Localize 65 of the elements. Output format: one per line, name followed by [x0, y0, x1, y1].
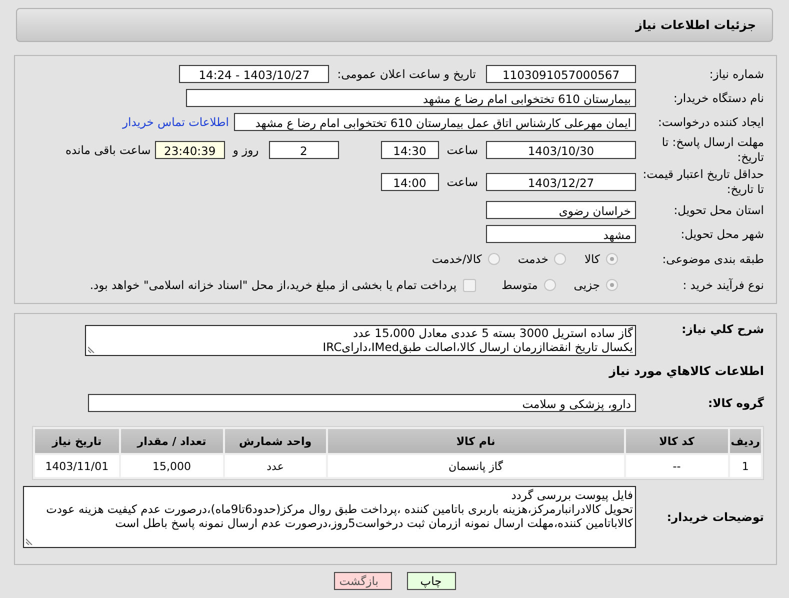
text-field[interactable]: دارو، پزشکی و سلامت: [88, 394, 636, 412]
field-label: ساعت: [446, 175, 478, 189]
field-label: تاریخ و ساعت اعلان عمومی:: [337, 67, 476, 81]
text-field[interactable]: خراسان رضوی: [486, 201, 636, 219]
field-label: ساعت باقی مانده: [66, 143, 151, 157]
notes-text: فایل پیوست بررسی گردد تحویل کالادرانبارمرکز،هزینه باربری باتامین کننده ،پرداخت طبق روال مرکز(حدود6تا9ماه)،درصورت عدم کیفیت هزینه عودت کالاباتامین کننده،مهلت ارسال نمونه ازرمان ثبت درخواست5روز،درصورت عدم ارسال نمونه پاسخ باطل است: [45, 487, 634, 531]
field-label: طبقه بندی موضوعی:: [661, 252, 764, 266]
page-title: جزئیات اطلاعات نیاز: [635, 18, 756, 32]
contact-link[interactable]: اطلاعات تماس خریدار: [122, 115, 229, 129]
text-field[interactable]: 1403/12/27: [486, 173, 636, 191]
table-cell: 15,000: [120, 455, 223, 477]
resize-grip-icon[interactable]: [26, 537, 34, 545]
checkbox[interactable]: [462, 278, 476, 292]
column-header: کد کالا: [626, 429, 728, 453]
column-header: واحد شمارش: [224, 429, 326, 453]
field-label: حداقل تاریخ اعتبار قیمت: تا تاریخ:: [642, 167, 764, 197]
radio-button[interactable]: [488, 253, 500, 265]
radio-button[interactable]: [544, 279, 556, 291]
table-cell: عدد: [224, 455, 326, 477]
field-label: ایجاد کننده درخواست:: [657, 114, 764, 130]
field-label: توضیحات خریدار:: [666, 510, 764, 524]
text-field[interactable]: 14:30: [380, 141, 439, 159]
text-field[interactable]: 14:00: [380, 173, 439, 191]
radio-button[interactable]: [606, 279, 618, 291]
text-field[interactable]: 2: [268, 141, 339, 159]
option-label: کالا: [584, 252, 600, 266]
column-header: تعداد / مقدار: [120, 429, 223, 453]
text-field[interactable]: 23:40:39: [154, 141, 225, 159]
field-label: روز و: [232, 143, 259, 157]
text-field[interactable]: 1403/10/27 - 14:24: [179, 65, 330, 83]
text-field[interactable]: مشهد: [486, 225, 636, 243]
option-label: متوسط: [502, 278, 538, 292]
section-heading: اطلاعات کالاهاي مورد نياز: [608, 364, 764, 378]
text-field[interactable]: ایمان مهرعلی کارشناس اتاق عمل بیمارستان 610 تختخوابی امام رضا ع مشهد: [234, 113, 636, 131]
field-label: نوع فرآیند خرید :: [682, 278, 764, 292]
radio-button[interactable]: [554, 253, 566, 265]
column-header: ردیف: [730, 429, 761, 453]
field-label: شرح کلي نياز:: [680, 322, 764, 337]
table-cell: 1: [730, 455, 761, 477]
field-label: گروه کالا:: [707, 396, 764, 410]
field-label: شماره نیاز:: [708, 66, 764, 82]
print-button[interactable]: چاپ: [406, 572, 456, 590]
description-box[interactable]: گاز ساده استریل 3000 بسته 5 عددی معادل 15،000 عدد یکسال تاریخ انقضاازرمان ارسال کالا،اصالت طبقIMed،دارایIRC: [85, 325, 636, 356]
option-label: خدمت: [518, 252, 548, 266]
back-button[interactable]: بازگشت: [334, 572, 392, 590]
field-label: شهر محل تحویل:: [680, 226, 764, 242]
field-label: نام دستگاه خریدار:: [672, 90, 764, 106]
text-field[interactable]: 1103091057000567: [486, 65, 636, 83]
resize-grip-icon[interactable]: [88, 345, 96, 353]
field-label: مهلت ارسال پاسخ: تا تاریخ:: [660, 135, 764, 165]
option-label: جزیی: [574, 278, 600, 292]
text-field[interactable]: 1403/10/30: [486, 141, 636, 159]
text-field[interactable]: بیمارستان 610 تختخوابی امام رضا ع مشهد: [186, 89, 636, 107]
column-header: نام کالا: [328, 429, 624, 453]
description-text: گاز ساده استریل 3000 بسته 5 عددی معادل 15،000 عدد یکسال تاریخ انقضاازرمان ارسال کالا،اصالت طبقIMed،دارایIRC: [322, 326, 634, 355]
radio-button[interactable]: [606, 253, 618, 265]
field-label: استان محل تحویل:: [672, 202, 764, 218]
column-header: تاریخ نیاز: [35, 429, 119, 453]
field-label: ساعت: [446, 143, 478, 157]
table-cell: --: [626, 455, 728, 477]
checkbox-label: پرداخت تمام یا بخشی از مبلغ خرید،از محل "اسناد خزانه اسلامی" خواهد بود.: [90, 278, 457, 292]
table-cell: گاز پانسمان: [328, 455, 624, 477]
notes-box[interactable]: [23, 486, 636, 548]
option-label: کالا/خدمت: [432, 252, 482, 266]
table-cell: 1403/11/01: [35, 455, 119, 477]
